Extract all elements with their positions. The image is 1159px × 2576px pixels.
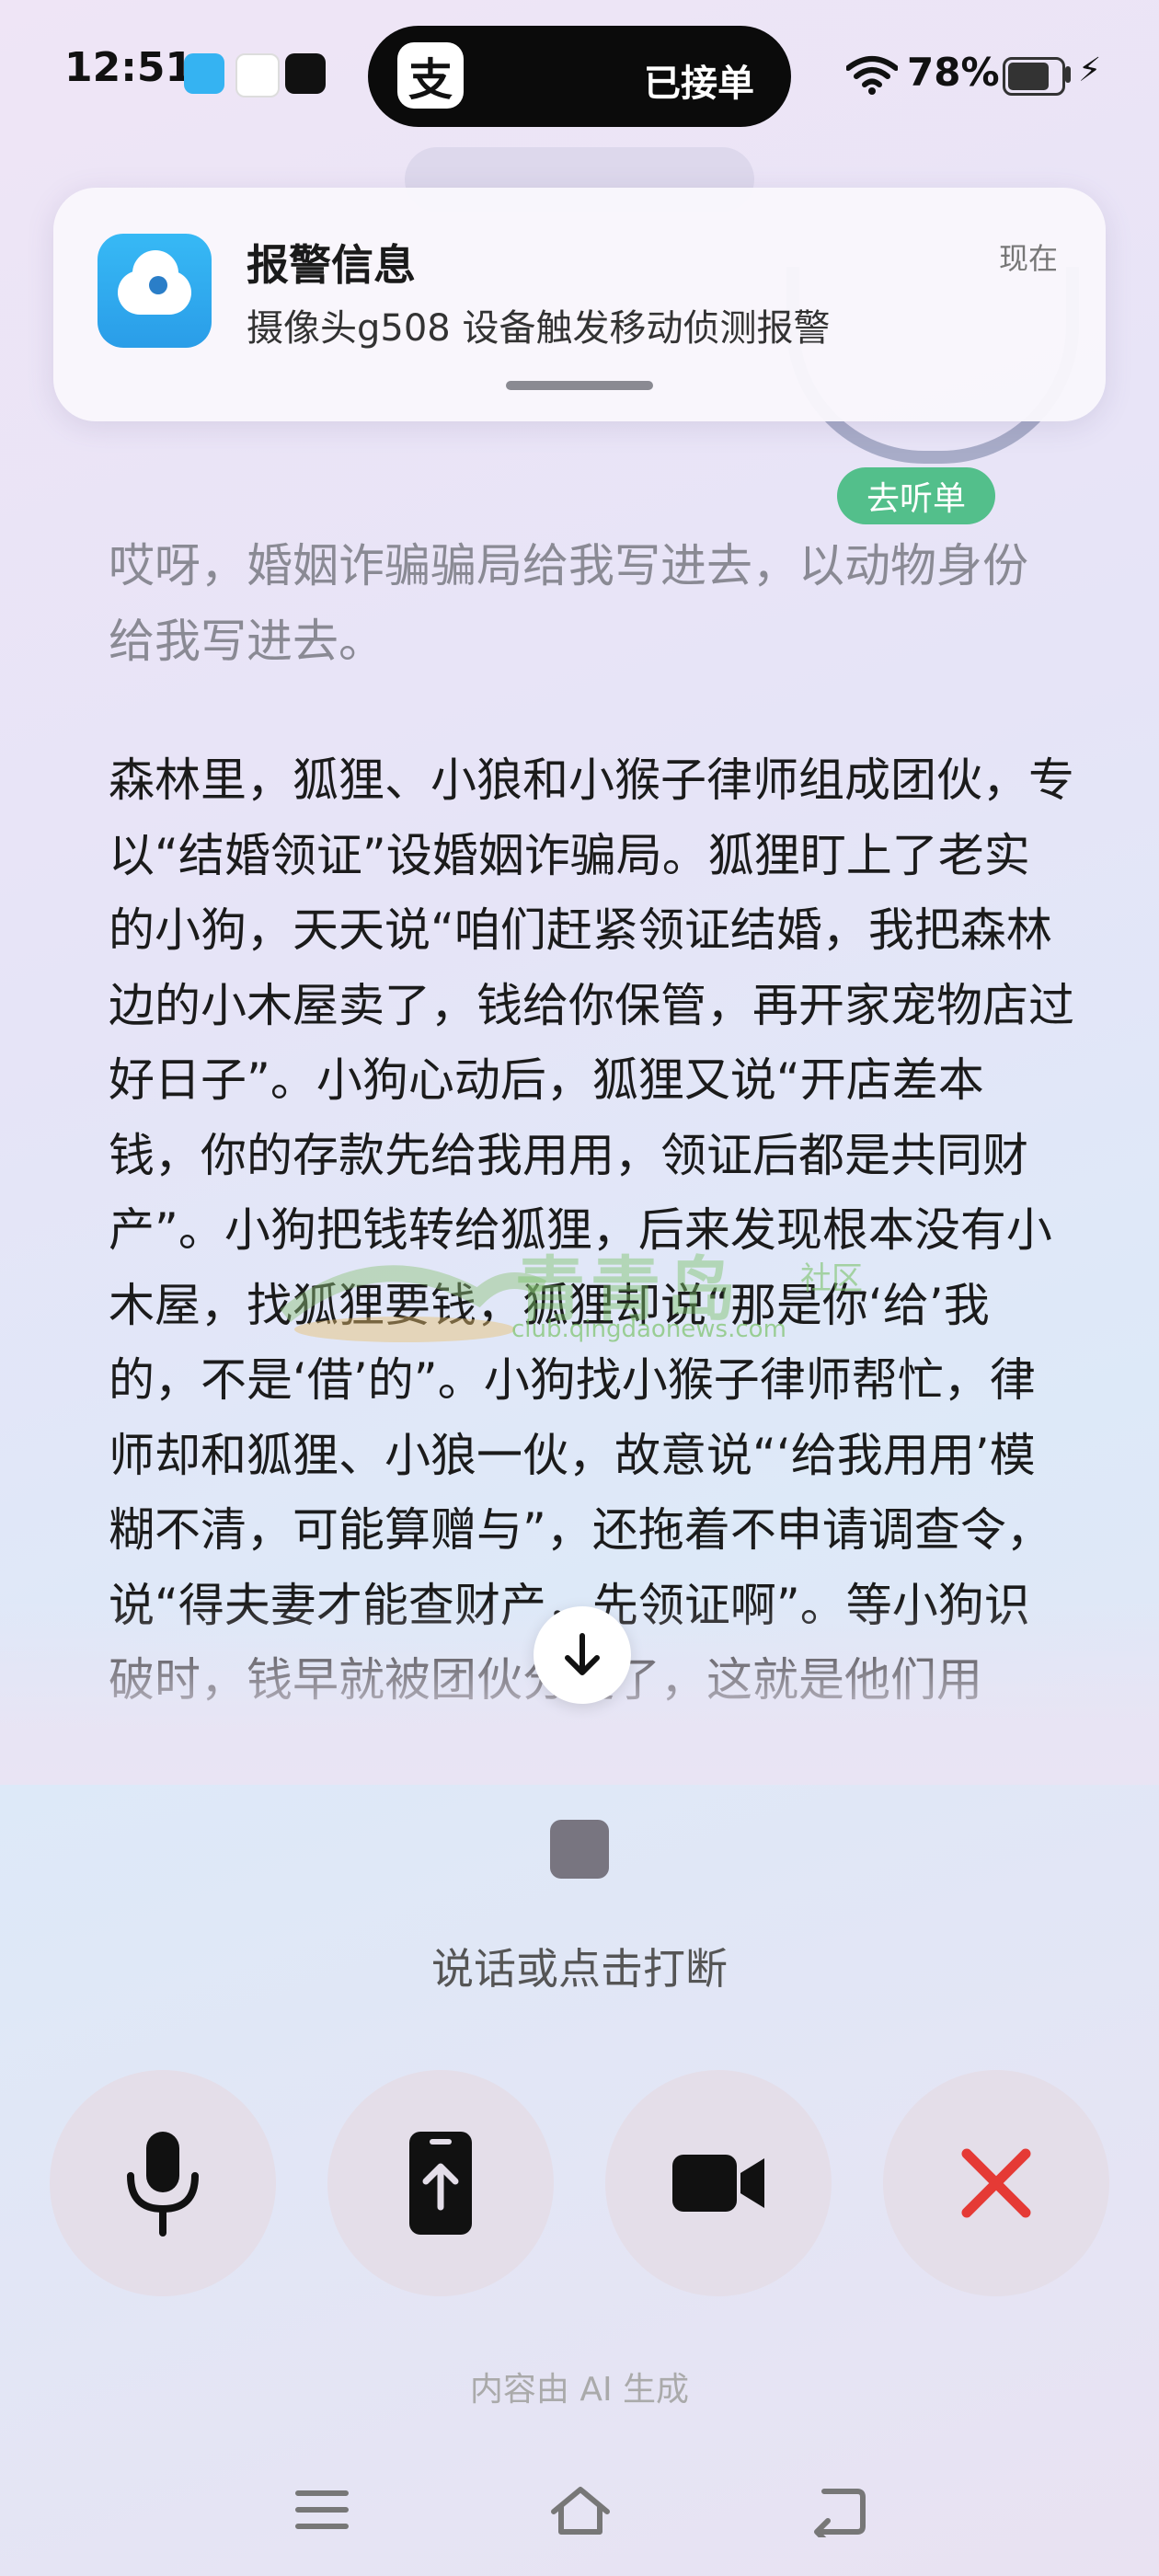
status-time: 12:51: [64, 44, 194, 91]
home-icon[interactable]: [548, 2484, 613, 2537]
watermark-url: club.qingdaonews.com: [511, 1316, 786, 1343]
listen-order-badge[interactable]: 去听单: [837, 467, 995, 524]
user-prompt-text: 哎呀，婚姻诈骗骗局给我写进去，以动物身份给我写进去。: [109, 539, 1028, 668]
notification-body: 摄像头g508 设备触发移动侦测报警: [247, 307, 831, 350]
mic-button[interactable]: [50, 2070, 276, 2296]
microphone-icon: [127, 2132, 199, 2237]
video-camera-icon: [672, 2155, 764, 2212]
menu-icon[interactable]: [293, 2484, 351, 2536]
charging-icon: ⚡: [1078, 52, 1102, 89]
arrow-down-icon: [565, 1633, 600, 1675]
close-icon: [961, 2148, 1031, 2218]
back-icon[interactable]: [809, 2484, 868, 2537]
ai-response-text: 森林里，狐狸、小狼和小猴子律师组成团伙，专以“结婚领证”设婚姻诈骗局。狐狸盯上了…: [109, 753, 1074, 1707]
stop-speaking-button[interactable]: [550, 1820, 609, 1879]
live-activity-text: 已接单: [644, 63, 754, 105]
avatar-app-icon: [235, 53, 280, 98]
battery-percent: 78%: [907, 50, 1000, 95]
cloud-app-icon: [184, 53, 224, 94]
camera-app-icon: [98, 234, 212, 348]
video-button[interactable]: [605, 2070, 832, 2296]
notification-time: 现在: [999, 241, 1059, 276]
alipay-logo-icon: 支: [397, 42, 464, 109]
battery-fill: [1008, 63, 1049, 90]
upload-phone-icon: [409, 2132, 472, 2235]
watermark-sub: 社区: [800, 1260, 863, 1297]
notification-handle[interactable]: [506, 381, 653, 390]
tiktok-icon: [285, 53, 326, 94]
hangup-button[interactable]: [883, 2070, 1109, 2296]
voice-hint: 说话或点击打断: [431, 1944, 728, 1994]
battery-nub: [1065, 66, 1071, 83]
battery-icon: [1003, 57, 1065, 96]
share-screen-button[interactable]: [327, 2070, 554, 2296]
wifi-icon: [846, 56, 898, 95]
scroll-down-button[interactable]: [534, 1606, 631, 1704]
notification-title: 报警信息: [247, 240, 416, 290]
ai-generated-note: 内容由 AI 生成: [469, 2371, 690, 2409]
